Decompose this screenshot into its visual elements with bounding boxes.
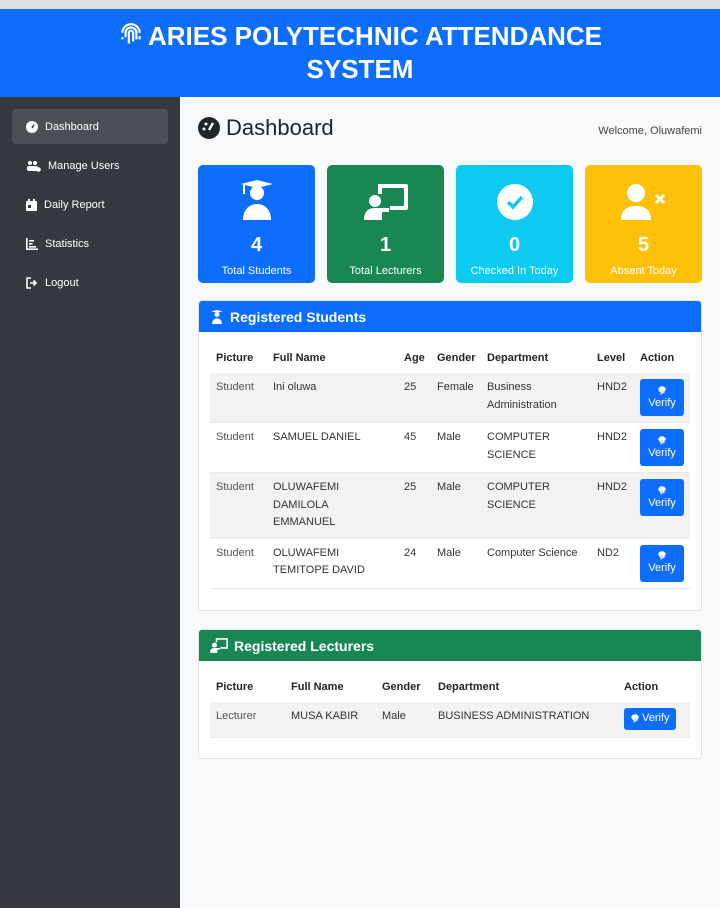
- verify-button[interactable]: Verify: [640, 379, 684, 416]
- sidebar-item-statistics[interactable]: Statistics: [12, 226, 168, 261]
- lecturer-department: BUSINESS ADMINISTRATION: [432, 702, 618, 738]
- column-header: Full Name: [291, 681, 344, 693]
- stat-value: 4: [250, 234, 263, 256]
- table-row: Lecturer MUSA KABIR Male BUSINESS ADMINI…: [210, 702, 690, 738]
- fingerprint-icon: [658, 485, 666, 494]
- calendar-icon: [26, 198, 37, 211]
- student-age: 24: [398, 538, 431, 589]
- column-header: Action: [624, 681, 659, 693]
- sidebar-item-dashboard[interactable]: Dashboard: [12, 109, 168, 144]
- lecturer-gender: Male: [376, 702, 432, 738]
- student-picture: Student: [210, 472, 267, 539]
- verify-button[interactable]: Verify: [640, 544, 684, 582]
- lecturer-picture: Lecturer: [210, 702, 285, 738]
- students-table: Picture Full Name Age Gender Department …: [210, 343, 690, 589]
- verify-button[interactable]: Verify: [640, 429, 684, 466]
- student-gender: Male: [431, 422, 481, 473]
- student-name: Ini oluwa: [267, 373, 398, 423]
- student-level: HND2: [591, 373, 634, 423]
- student-picture: Student: [210, 373, 267, 423]
- fingerprint-icon: [658, 551, 666, 560]
- student-age: 25: [398, 373, 431, 423]
- student-department: COMPUTER SCIENCE: [481, 422, 591, 473]
- column-header: Full Name: [273, 352, 326, 364]
- check-circle-icon: [496, 184, 533, 220]
- lecturer-name: MUSA KABIR: [285, 702, 376, 738]
- student-department: COMPUTER SCIENCE: [481, 472, 591, 539]
- logout-icon: [26, 276, 38, 289]
- chart-icon: [26, 237, 38, 250]
- chalkboard-teacher-icon: [363, 184, 408, 220]
- graduate-icon: [211, 309, 223, 324]
- users-cog-icon: [27, 160, 41, 172]
- sidebar-item-logout[interactable]: Logout: [12, 265, 168, 300]
- verify-button[interactable]: Verify: [624, 708, 676, 730]
- stat-value: 5: [637, 234, 650, 256]
- chalkboard-teacher-icon: [210, 638, 228, 653]
- table-row: Student Ini oluwa 25 Female Business Adm…: [210, 373, 690, 423]
- fingerprint-icon: [121, 23, 141, 44]
- student-gender: Male: [431, 538, 481, 589]
- table-row: Student OLUWAFEMI DAMILOLA EMMANUEL 25 M…: [210, 472, 690, 539]
- stat-card-total-lecturers: 1 Total Lecturers: [327, 165, 444, 283]
- column-header: Picture: [216, 681, 254, 693]
- app-header: ARIES POLYTECHNIC ATTENDANCE SYSTEM: [0, 9, 720, 97]
- stat-label: Checked In Today: [470, 265, 559, 277]
- graduate-icon: [240, 180, 273, 220]
- student-age: 45: [398, 422, 431, 473]
- column-header: Level: [597, 352, 626, 364]
- fingerprint-icon: [631, 714, 639, 723]
- card-header: Registered Students: [199, 301, 701, 332]
- student-name: OLUWAFEMI DAMILOLA EMMANUEL: [267, 472, 398, 539]
- main-content: Dashboard Welcome, Oluwafemi 4 Total Stu…: [180, 97, 720, 908]
- student-picture: Student: [210, 422, 267, 473]
- student-age: 25: [398, 472, 431, 539]
- column-header: Department: [438, 681, 500, 693]
- stat-card-absent-today: 5 Absent Today: [585, 165, 702, 283]
- sidebar-item-manage-users[interactable]: Manage Users: [12, 148, 168, 183]
- student-level: HND2: [591, 472, 634, 539]
- page-title: Dashboard: [198, 115, 334, 141]
- lecturers-table: Picture Full Name Gender Department Acti…: [210, 672, 690, 738]
- sidebar-item-daily-report[interactable]: Daily Report: [12, 187, 168, 222]
- stat-label: Total Students: [221, 265, 292, 277]
- registered-lecturers-card: Registered Lecturers Picture Full Name G…: [198, 629, 702, 759]
- verify-button[interactable]: Verify: [640, 479, 684, 516]
- stat-card-total-students: 4 Total Students: [198, 165, 315, 283]
- student-gender: Male: [431, 472, 481, 539]
- student-picture: Student: [210, 538, 267, 589]
- student-level: HND2: [591, 422, 634, 473]
- column-header: Gender: [382, 681, 421, 693]
- stat-card-checked-in-today: 0 Checked In Today: [456, 165, 573, 283]
- student-department: Computer Science: [481, 538, 591, 589]
- table-row: Student OLUWAFEMI TEMITOPE DAVID 24 Male…: [210, 538, 690, 589]
- column-header: Gender: [437, 352, 476, 364]
- user-x-icon: [620, 184, 665, 220]
- welcome-text: Welcome, Oluwafemi: [598, 125, 702, 137]
- column-header: Department: [487, 352, 549, 364]
- stat-value: 1: [379, 234, 392, 256]
- student-department: Business Administration: [481, 373, 591, 423]
- column-header: Action: [640, 352, 675, 364]
- column-header: Picture: [216, 352, 254, 364]
- student-gender: Female: [431, 373, 481, 423]
- column-header: Age: [404, 352, 425, 364]
- table-row: Student SAMUEL DANIEL 45 Male COMPUTER S…: [210, 422, 690, 473]
- fingerprint-icon: [658, 435, 666, 444]
- card-header: Registered Lecturers: [199, 630, 701, 661]
- gauge-icon: [26, 120, 38, 133]
- fingerprint-icon: [658, 385, 666, 394]
- sidebar: Dashboard Manage Users Daily Report Stat…: [0, 97, 180, 908]
- stat-label: Total Lecturers: [349, 265, 422, 277]
- stat-value: 0: [508, 234, 521, 256]
- app-title-line2: SYSTEM: [306, 54, 414, 84]
- status-strip: [0, 0, 720, 9]
- stat-label: Absent Today: [610, 265, 677, 277]
- gauge-icon: [198, 117, 220, 139]
- app-title-line1: ARIES POLYTECHNIC ATTENDANCE: [147, 21, 603, 51]
- registered-students-card: Registered Students Picture Full Name Ag…: [198, 300, 702, 611]
- student-level: ND2: [591, 538, 634, 589]
- student-name: OLUWAFEMI TEMITOPE DAVID: [267, 538, 398, 589]
- student-name: SAMUEL DANIEL: [267, 422, 398, 473]
